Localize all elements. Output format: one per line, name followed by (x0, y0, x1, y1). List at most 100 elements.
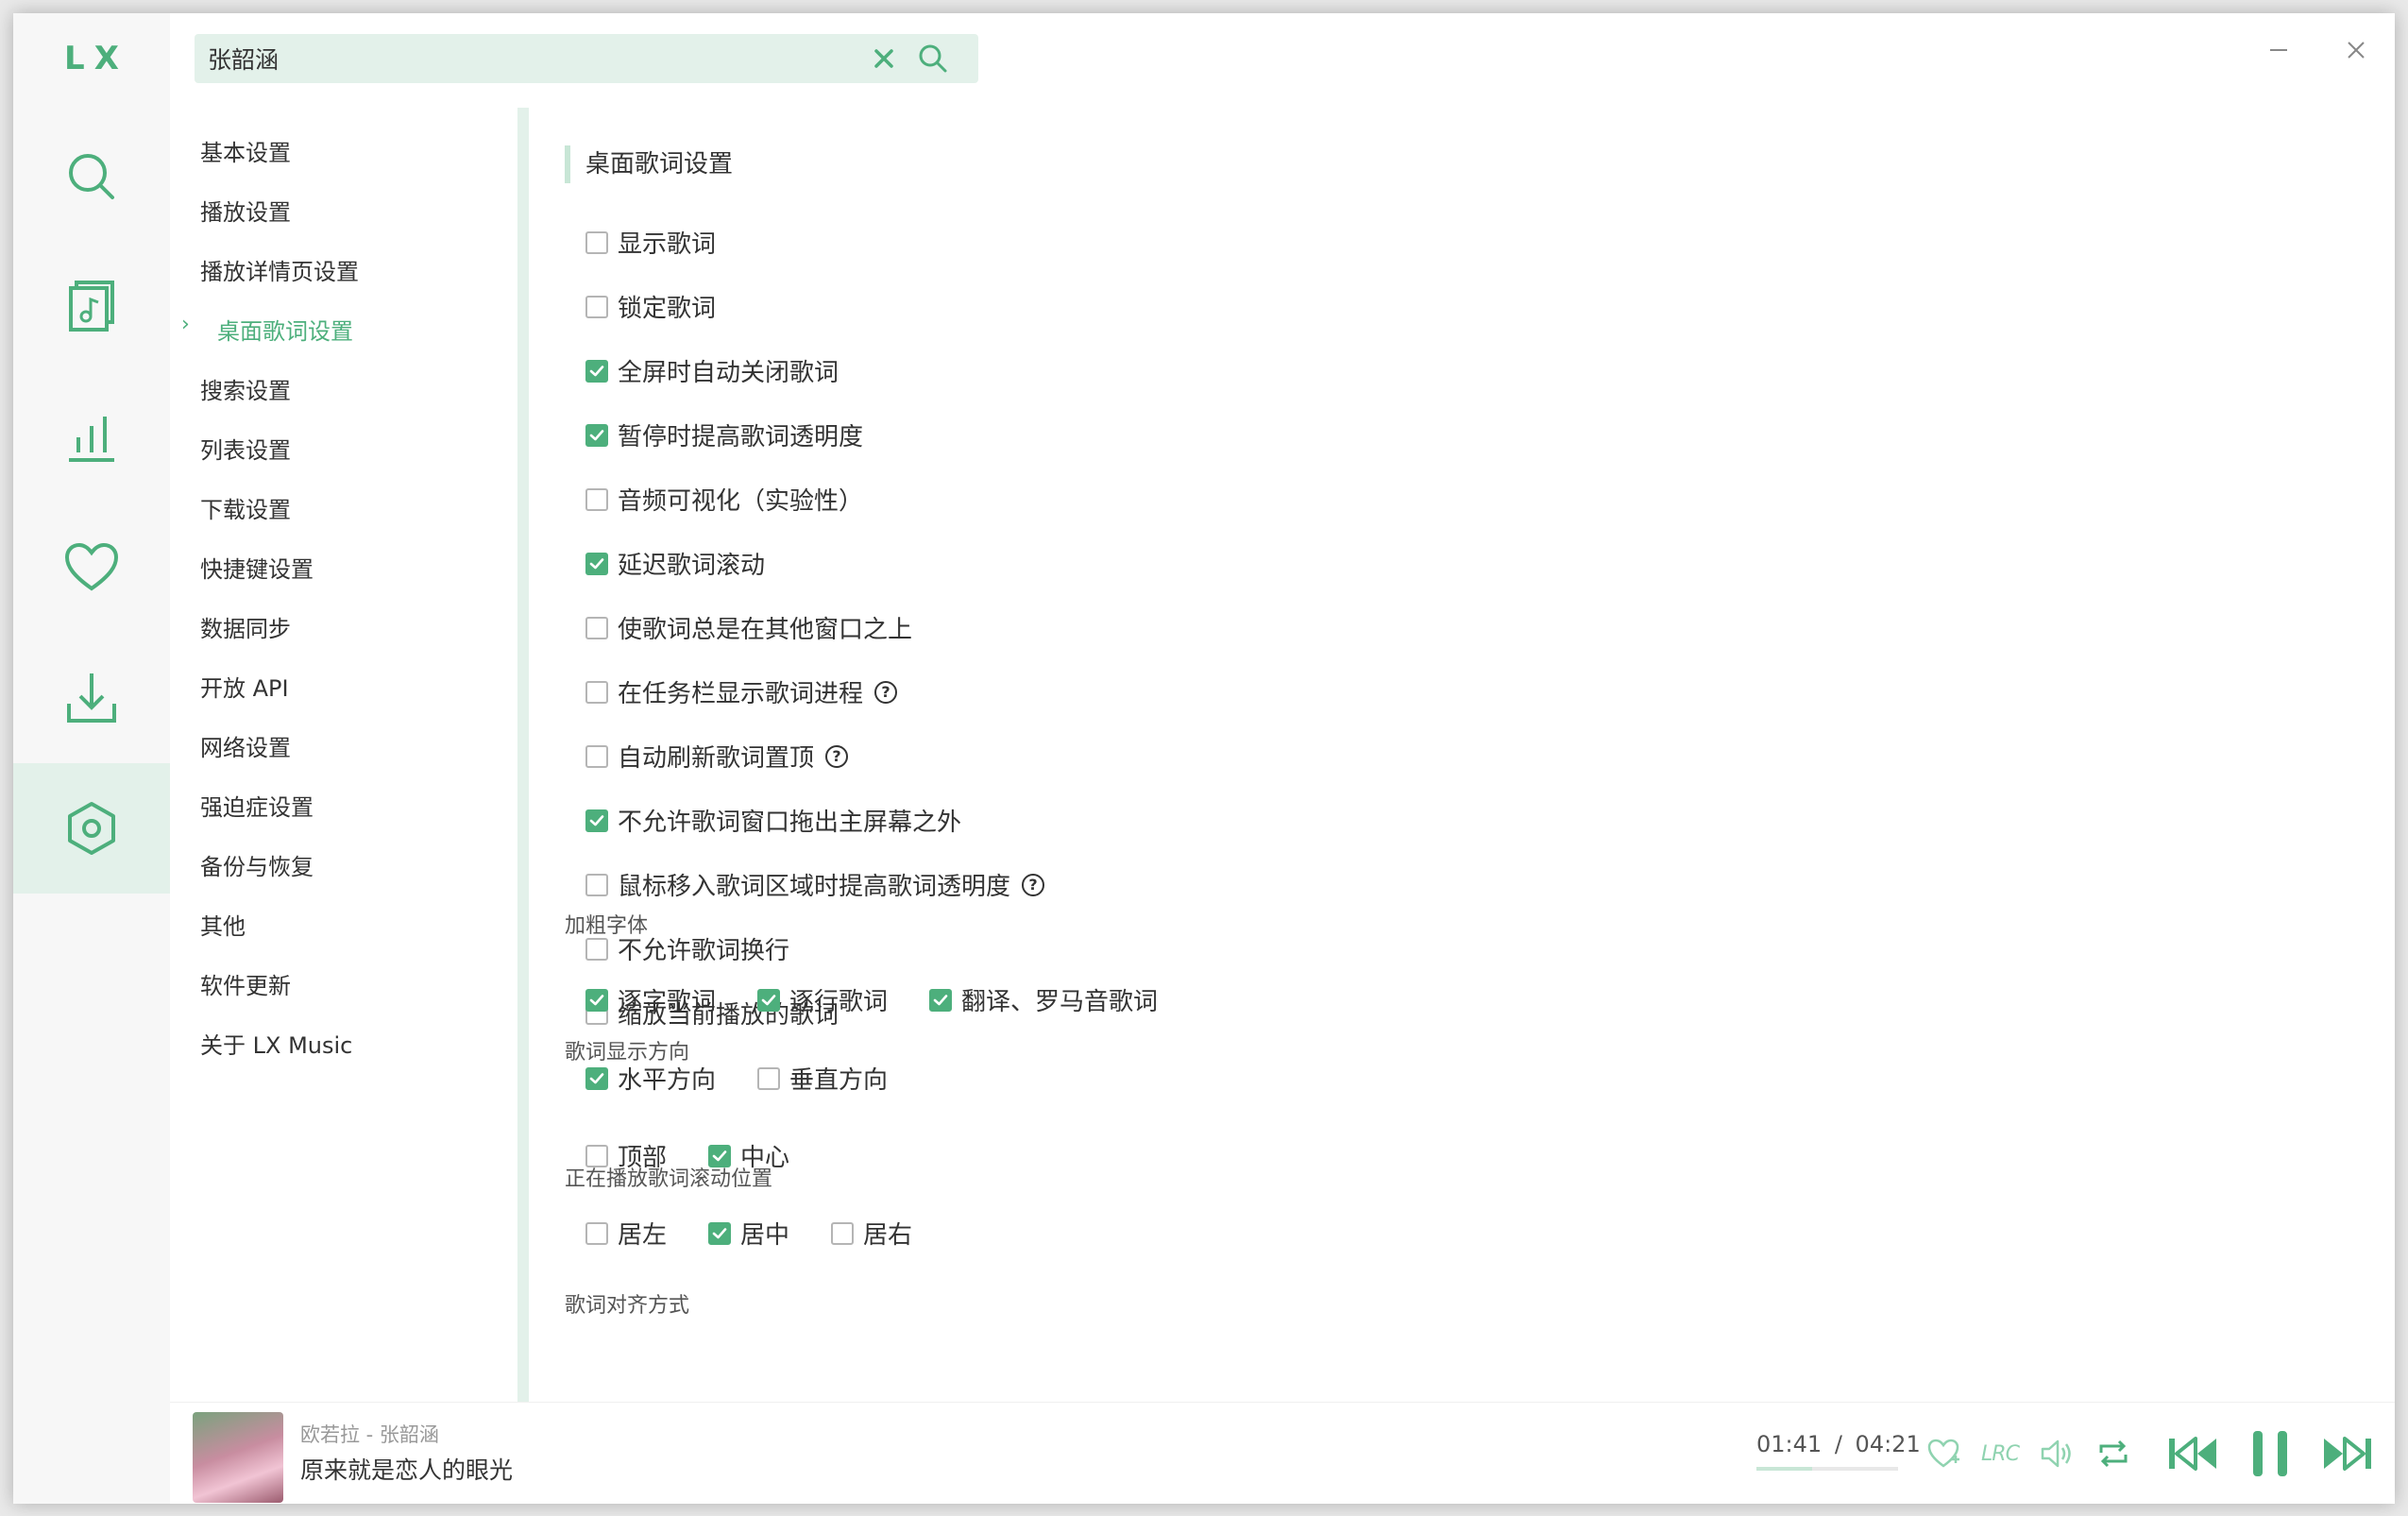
group-option[interactable]: 逐行歌词 (757, 982, 888, 1017)
group-option[interactable]: 居右 (831, 1216, 912, 1251)
time-separator: / (1834, 1431, 1842, 1457)
close-window-button[interactable] (2334, 28, 2378, 72)
favorite-button[interactable] (1923, 1433, 1964, 1474)
pause-button[interactable] (2244, 1425, 2297, 1482)
nav-about[interactable]: 关于 LX Music (200, 1027, 352, 1060)
group-option[interactable]: 顶部 (585, 1138, 667, 1173)
checkbox-checked[interactable] (757, 988, 780, 1012)
check-icon (589, 557, 604, 569)
help-icon[interactable]: ? (1022, 873, 1045, 896)
checkbox-checked[interactable] (708, 1221, 731, 1245)
group-option[interactable]: 水平方向 (585, 1061, 716, 1096)
help-icon[interactable]: ? (874, 680, 898, 704)
checkbox-unchecked[interactable] (757, 1066, 780, 1090)
clear-search-button[interactable] (867, 42, 901, 76)
nav-search[interactable]: 搜索设置 (200, 372, 291, 405)
option-row[interactable]: 显示歌词 (585, 225, 716, 260)
checkbox-unchecked[interactable] (585, 1144, 608, 1167)
checkbox-unchecked[interactable] (585, 937, 608, 961)
time-display: 01:41 / 04:21 (1756, 1431, 1921, 1457)
nav-open-api[interactable]: 开放 API (200, 670, 289, 703)
option-label: 水平方向 (618, 1066, 717, 1095)
checkbox-checked[interactable] (585, 1066, 608, 1090)
nav-update[interactable]: 软件更新 (200, 967, 291, 1000)
option-row[interactable]: 在任务栏显示歌词进程? (585, 674, 898, 709)
check-icon (589, 365, 604, 376)
checkbox-checked[interactable] (585, 359, 608, 383)
nav-desktop-lyric[interactable]: 桌面歌词设置 (217, 313, 353, 346)
checkbox-unchecked[interactable] (585, 680, 608, 704)
rail-settings[interactable] (13, 763, 170, 894)
group-option[interactable]: 翻译、罗马音歌词 (929, 982, 1158, 1017)
next-button[interactable] (2321, 1427, 2374, 1480)
rail-search[interactable] (13, 111, 170, 242)
checkbox-unchecked[interactable] (585, 295, 608, 318)
search-icon (69, 154, 114, 199)
progress-bar[interactable] (1756, 1467, 1898, 1471)
nav-sync[interactable]: 数据同步 (200, 610, 291, 643)
option-row[interactable]: 不允许歌词窗口拖出主屏幕之外 (585, 803, 961, 838)
nav-play-detail[interactable]: 播放详情页设置 (200, 253, 359, 286)
checkbox-unchecked[interactable] (585, 230, 608, 254)
option-label: 音频可视化（实验性） (618, 487, 864, 516)
nav-ocd[interactable]: 强迫症设置 (200, 789, 314, 822)
option-row[interactable]: 全屏时自动关闭歌词 (585, 353, 839, 388)
option-label: 顶部 (618, 1144, 668, 1172)
lyric-toggle-button[interactable]: LRC (1979, 1433, 2021, 1474)
leaderboard-icon (69, 417, 114, 462)
option-row[interactable]: 音频可视化（实验性） (585, 482, 863, 517)
nav-other[interactable]: 其他 (200, 908, 246, 941)
group-option[interactable]: 居左 (585, 1216, 667, 1251)
previous-button[interactable] (2166, 1427, 2219, 1480)
loop-button[interactable] (2093, 1433, 2134, 1474)
checkbox-unchecked[interactable] (585, 1221, 608, 1245)
album-cover[interactable] (193, 1412, 283, 1503)
checkbox-checked[interactable] (708, 1144, 731, 1167)
nav-hotkey[interactable]: 快捷键设置 (200, 551, 314, 584)
nav-backup[interactable]: 备份与恢复 (200, 848, 314, 881)
volume-icon (2041, 1439, 2071, 1468)
checkbox-unchecked[interactable] (585, 744, 608, 768)
option-row[interactable]: 延迟歌词滚动 (585, 546, 765, 581)
app-window: LX 张韶涵 基本设置 播放设置 播放详情页设置 › 桌面歌词设置 搜索设置 列… (13, 13, 2395, 1504)
group-option[interactable]: 中心 (708, 1138, 789, 1173)
help-icon[interactable]: ? (825, 744, 849, 768)
nav-playback[interactable]: 播放设置 (200, 194, 291, 227)
nav-list[interactable]: 列表设置 (200, 432, 291, 465)
minimize-icon (2270, 49, 2287, 51)
checkbox-unchecked[interactable] (585, 873, 608, 896)
group-option[interactable]: 居中 (708, 1216, 789, 1251)
checkbox-checked[interactable] (585, 423, 608, 447)
minimize-button[interactable] (2257, 28, 2300, 72)
rail-leaderboard[interactable] (13, 372, 170, 502)
search-button[interactable] (914, 40, 952, 77)
checkbox-checked[interactable] (585, 552, 608, 575)
option-label: 逐字歌词 (618, 988, 717, 1016)
option-row[interactable]: 暂停时提高歌词透明度 (585, 417, 863, 452)
group-option[interactable]: 垂直方向 (757, 1061, 888, 1096)
option-label: 自动刷新歌词置顶 (618, 744, 815, 773)
volume-button[interactable] (2036, 1433, 2077, 1474)
rail-favorites[interactable] (13, 502, 170, 633)
checkbox-unchecked[interactable] (585, 487, 608, 511)
search-input[interactable] (208, 34, 850, 83)
checkbox-unchecked[interactable] (585, 616, 608, 639)
option-row[interactable]: 使歌词总是在其他窗口之上 (585, 610, 912, 645)
nav-network[interactable]: 网络设置 (200, 729, 291, 762)
checkbox-checked[interactable] (929, 988, 952, 1012)
skip-previous-icon (2169, 1437, 2216, 1471)
checkbox-unchecked[interactable] (831, 1221, 854, 1245)
nav-download[interactable]: 下载设置 (200, 491, 291, 524)
checkbox-checked[interactable] (585, 809, 608, 832)
rail-songlist[interactable] (13, 242, 170, 372)
check-icon (589, 814, 604, 826)
checkbox-checked[interactable] (585, 988, 608, 1012)
total-time: 04:21 (1855, 1431, 1921, 1457)
nav-basic[interactable]: 基本设置 (200, 134, 291, 167)
option-row[interactable]: 鼠标移入歌词区域时提高歌词透明度? (585, 867, 1045, 902)
option-row[interactable]: 自动刷新歌词置顶? (585, 739, 849, 774)
rail-download[interactable] (13, 633, 170, 763)
option-row[interactable]: 锁定歌词 (585, 289, 716, 324)
option-label: 使歌词总是在其他窗口之上 (618, 616, 913, 644)
group-option[interactable]: 逐字歌词 (585, 982, 716, 1017)
